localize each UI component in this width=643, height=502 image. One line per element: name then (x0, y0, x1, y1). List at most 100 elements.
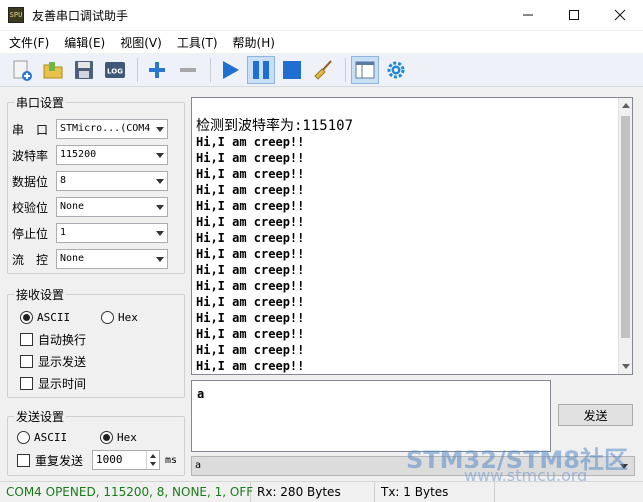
tx-count: Tx: 1 Bytes (375, 481, 495, 502)
receive-line: Hi,I am creep!! (196, 167, 305, 181)
parity-row: 校验位 None (12, 197, 168, 217)
new-button[interactable] (8, 56, 36, 84)
port-row: 串 口 STMicro...(COM4 (12, 119, 168, 139)
save-disk-icon (75, 61, 93, 79)
flow-row: 流 控 None (12, 249, 168, 269)
receive-line: 检测到波特率为:115107 (196, 118, 354, 134)
log-button[interactable]: LOG (101, 56, 129, 84)
send-button[interactable]: 发送 (558, 404, 633, 426)
receive-line: Hi,I am creep!! (196, 183, 305, 197)
flow-select[interactable]: None (56, 249, 168, 269)
scroll-down-icon[interactable] (622, 364, 630, 369)
recv-hex-radio[interactable] (101, 310, 114, 324)
databits-label: 数据位 (12, 174, 49, 189)
stopbits-select[interactable]: 1 (56, 223, 168, 243)
receive-line: Hi,I am creep!! (196, 279, 305, 293)
stop-icon (283, 61, 301, 79)
window-controls (505, 0, 643, 30)
chevron-down-icon (156, 231, 164, 236)
stopbits-label: 停止位 (12, 226, 49, 241)
menu-edit[interactable]: 编辑(E) (59, 34, 110, 51)
add-button[interactable] (143, 56, 171, 84)
scroll-thumb[interactable] (621, 116, 630, 338)
layout-icon (355, 61, 375, 79)
chevron-up-icon (150, 454, 156, 458)
toolbar-separator (137, 58, 138, 82)
menu-help[interactable]: 帮助(H) (228, 34, 280, 51)
remove-icon (180, 68, 196, 72)
receive-line: Hi,I am creep!! (196, 295, 305, 309)
pause-button[interactable] (247, 56, 275, 84)
receive-line: Hi,I am creep!! (196, 263, 305, 277)
chevron-down-icon (150, 462, 156, 466)
receive-line: Hi,I am creep!! (196, 311, 305, 325)
recv-hex-option[interactable]: Hex (101, 307, 138, 327)
scroll-up-icon[interactable] (622, 103, 630, 108)
repeat-send-checkbox[interactable] (17, 453, 30, 467)
rx-count: Rx: 280 Bytes (251, 481, 375, 502)
port-select[interactable]: STMicro...(COM4 (56, 119, 168, 139)
send-ascii-radio[interactable] (17, 430, 30, 444)
menu-view[interactable]: 视图(V) (115, 34, 167, 51)
receive-settings-title: 接收设置 (16, 288, 65, 302)
port-status: COM4 OPENED, 115200, 8, NONE, 1, OFF (0, 481, 253, 502)
chevron-down-icon (156, 153, 164, 158)
toolbar-separator (210, 58, 211, 82)
remove-button[interactable] (174, 56, 202, 84)
recv-ascii-radio[interactable] (20, 310, 33, 324)
send-settings-title: 发送设置 (16, 410, 65, 424)
app-icon: SPU (8, 7, 24, 23)
auto-wrap-option[interactable]: 自动换行 (20, 329, 86, 349)
baud-row: 波特率 115200 (12, 145, 168, 165)
baud-select[interactable]: 115200 (56, 145, 168, 165)
save-button[interactable] (70, 56, 98, 84)
send-hex-option[interactable]: Hex (100, 427, 137, 447)
settings-panel: 串口设置 串 口 STMicro...(COM4 波特率 115200 数据位 … (0, 88, 188, 480)
new-plus-icon (13, 60, 32, 81)
interval-stepper[interactable]: 1000 (92, 450, 160, 470)
settings-button[interactable] (382, 56, 410, 84)
chevron-down-icon (156, 257, 164, 262)
window-title: 友善串口调试助手 (32, 8, 129, 23)
menu-file[interactable]: 文件(F) (4, 34, 54, 51)
serial-settings-title: 串口设置 (16, 96, 65, 110)
parity-label: 校验位 (12, 200, 49, 215)
toolbar: LOG (0, 54, 643, 87)
receive-line: Hi,I am creep!! (196, 247, 305, 261)
auto-wrap-checkbox[interactable] (20, 332, 33, 346)
maximize-button[interactable] (551, 0, 597, 30)
stop-button[interactable] (278, 56, 306, 84)
clear-button[interactable] (309, 56, 337, 84)
stepper-buttons[interactable] (146, 451, 159, 469)
interval-unit: ms (165, 454, 178, 466)
databits-select[interactable]: 8 (56, 171, 168, 191)
show-time-option[interactable]: 显示时间 (20, 373, 86, 393)
log-icon: LOG (105, 62, 125, 78)
repeat-send-option[interactable]: 重复发送 (17, 450, 83, 470)
show-sent-option[interactable]: 显示发送 (20, 351, 86, 371)
send-ascii-option[interactable]: ASCII (17, 427, 67, 447)
gear-icon (387, 61, 405, 79)
open-button[interactable] (39, 56, 67, 84)
minimize-button[interactable] (505, 0, 551, 30)
receive-textarea[interactable]: 检测到波特率为:115107 Hi,I am creep!! Hi,I am cre… (191, 97, 633, 375)
stopbits-row: 停止位 1 (12, 223, 168, 243)
baud-label: 波特率 (12, 148, 49, 163)
menu-tools[interactable]: 工具(T) (172, 34, 223, 51)
play-icon (223, 61, 239, 79)
toolbar-separator (345, 58, 346, 82)
play-button[interactable] (216, 56, 244, 84)
recv-ascii-option[interactable]: ASCII (20, 307, 70, 327)
title-bar: SPU 友善串口调试助手 (0, 0, 643, 30)
receive-scrollbar[interactable] (618, 98, 632, 374)
parity-select[interactable]: None (56, 197, 168, 217)
databits-row: 数据位 8 (12, 171, 168, 191)
show-time-checkbox[interactable] (20, 376, 33, 390)
show-sent-checkbox[interactable] (20, 354, 33, 368)
receive-line: Hi,I am creep!! (196, 327, 305, 341)
send-hex-radio[interactable] (100, 430, 113, 444)
pause-icon (253, 61, 269, 79)
layout-button[interactable] (351, 56, 379, 84)
maximize-icon (569, 10, 579, 20)
close-button[interactable] (597, 0, 643, 30)
